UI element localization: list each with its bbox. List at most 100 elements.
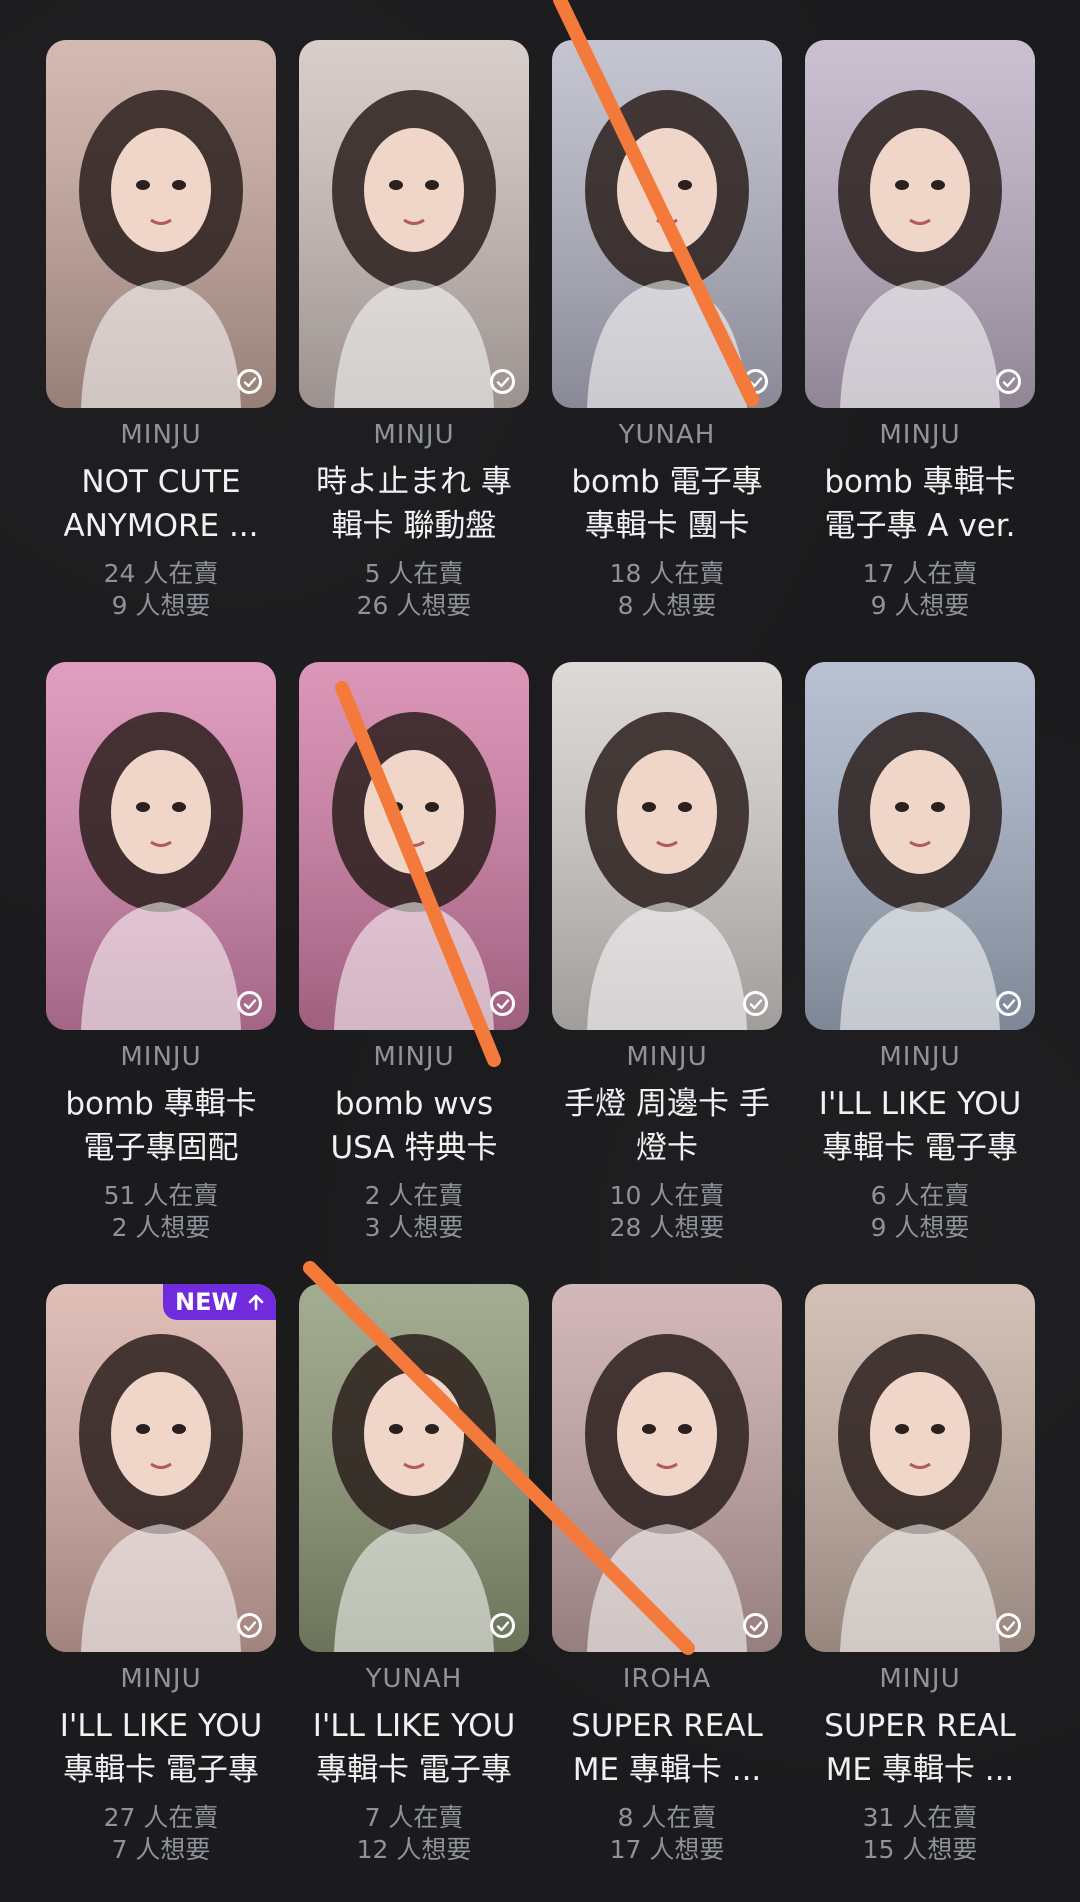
wanters-count: 9 人想要 xyxy=(870,1213,970,1242)
sellers-count: 2 人在賣 xyxy=(364,1181,464,1210)
portrait-image xyxy=(299,662,529,1030)
sellers-count: 27 人在賣 xyxy=(103,1803,219,1832)
photocard-image[interactable] xyxy=(552,40,782,408)
card-grid-page: MINJU NOT CUTE ANYMORE ... 24 人在賣 9 人想要 MINJ… xyxy=(0,0,1080,1902)
card-stats: 5 人在賣 26 人想要 xyxy=(299,558,529,622)
sellers-count: 31 人在賣 xyxy=(862,1803,978,1832)
card-stats: 17 人在賣 9 人想要 xyxy=(805,558,1035,622)
card-stats: 10 人在賣 28 人想要 xyxy=(552,1180,782,1244)
wanters-count: 7 人想要 xyxy=(111,1835,211,1864)
photocard-image[interactable] xyxy=(552,662,782,1030)
portrait-image xyxy=(552,40,782,408)
check-circle-icon[interactable] xyxy=(237,1613,262,1638)
card-title: I'LL LIKE YOU 專輯卡 電子專 xyxy=(818,1086,1022,1166)
portrait-image xyxy=(805,1284,1035,1652)
card-stats: 51 人在賣 2 人想要 xyxy=(46,1180,276,1244)
member-name: YUNAH xyxy=(618,420,716,450)
photocard-item[interactable]: YUNAH I'LL LIKE YOU 專輯卡 電子專 7 人在賣 12 人想要 xyxy=(299,1284,529,1902)
photocard-item[interactable]: MINJU bomb 專輯卡 電子專固配 51 人在賣 2 人想要 xyxy=(46,662,276,1284)
check-circle-icon[interactable] xyxy=(996,991,1021,1016)
check-circle-icon[interactable] xyxy=(237,991,262,1016)
photocard-image[interactable] xyxy=(46,662,276,1030)
sellers-count: 51 人在賣 xyxy=(103,1181,219,1210)
member-name: MINJU xyxy=(373,420,455,450)
card-title: I'LL LIKE YOU 專輯卡 電子專 xyxy=(312,1708,516,1788)
sellers-count: 17 人在賣 xyxy=(862,559,978,588)
photocard-image[interactable] xyxy=(46,40,276,408)
photocard-item[interactable]: MINJU 手燈 周邊卡 手 燈卡 10 人在賣 28 人想要 xyxy=(552,662,782,1284)
card-title: bomb 專輯卡 電子專 A ver. xyxy=(824,464,1016,544)
card-title: 時よ止まれ 專 輯卡 聯動盤 xyxy=(316,464,512,544)
card-stats: 2 人在賣 3 人想要 xyxy=(299,1180,529,1244)
sellers-count: 10 人在賣 xyxy=(609,1181,725,1210)
check-circle-icon[interactable] xyxy=(490,991,515,1016)
check-circle-icon[interactable] xyxy=(237,369,262,394)
portrait-image xyxy=(46,40,276,408)
portrait-image xyxy=(805,662,1035,1030)
photocard-image[interactable]: NEW xyxy=(46,1284,276,1652)
card-stats: 8 人在賣 17 人想要 xyxy=(552,1802,782,1866)
card-title: 手燈 周邊卡 手 燈卡 xyxy=(564,1086,770,1166)
member-name: IROHA xyxy=(622,1664,712,1694)
photocard-image[interactable] xyxy=(299,1284,529,1652)
wanters-count: 9 人想要 xyxy=(870,591,970,620)
check-circle-icon[interactable] xyxy=(743,991,768,1016)
sellers-count: 5 人在賣 xyxy=(364,559,464,588)
photocard-item[interactable]: MINJU bomb 專輯卡 電子專 A ver. 17 人在賣 9 人想要 xyxy=(805,40,1035,662)
check-circle-icon[interactable] xyxy=(743,369,768,394)
card-stats: 31 人在賣 15 人想要 xyxy=(805,1802,1035,1866)
member-name: MINJU xyxy=(120,1664,202,1694)
member-name: MINJU xyxy=(879,1664,961,1694)
sellers-count: 24 人在賣 xyxy=(103,559,219,588)
wanters-count: 3 人想要 xyxy=(364,1213,464,1242)
photocard-item[interactable]: MINJU 時よ止まれ 專 輯卡 聯動盤 5 人在賣 26 人想要 xyxy=(299,40,529,662)
portrait-image xyxy=(805,40,1035,408)
portrait-image xyxy=(46,662,276,1030)
card-title: SUPER REAL ME 專輯卡 ... xyxy=(824,1708,1016,1788)
member-name: MINJU xyxy=(120,420,202,450)
check-circle-icon[interactable] xyxy=(996,369,1021,394)
sellers-count: 6 人在賣 xyxy=(870,1181,970,1210)
photocard-image[interactable] xyxy=(552,1284,782,1652)
photocard-image[interactable] xyxy=(299,662,529,1030)
card-stats: 27 人在賣 7 人想要 xyxy=(46,1802,276,1866)
card-title: SUPER REAL ME 專輯卡 ... xyxy=(571,1708,763,1788)
wanters-count: 15 人想要 xyxy=(862,1835,978,1864)
portrait-image xyxy=(552,662,782,1030)
card-stats: 18 人在賣 8 人想要 xyxy=(552,558,782,622)
photocard-item[interactable]: YUNAH bomb 電子專 專輯卡 團卡 18 人在賣 8 人想要 xyxy=(552,40,782,662)
arrow-up-icon xyxy=(248,1294,264,1311)
card-title: bomb wvs USA 特典卡 xyxy=(330,1086,498,1166)
wanters-count: 8 人想要 xyxy=(617,591,717,620)
wanters-count: 26 人想要 xyxy=(356,591,472,620)
sellers-count: 7 人在賣 xyxy=(364,1803,464,1832)
photocard-image[interactable] xyxy=(299,40,529,408)
check-circle-icon[interactable] xyxy=(996,1613,1021,1638)
card-stats: 7 人在賣 12 人想要 xyxy=(299,1802,529,1866)
wanters-count: 2 人想要 xyxy=(111,1213,211,1242)
wanters-count: 28 人想要 xyxy=(609,1213,725,1242)
member-name: MINJU xyxy=(879,1042,961,1072)
card-title: I'LL LIKE YOU 專輯卡 電子專 xyxy=(59,1708,263,1788)
check-circle-icon[interactable] xyxy=(490,1613,515,1638)
check-circle-icon[interactable] xyxy=(743,1613,768,1638)
photocard-item[interactable]: MINJU SUPER REAL ME 專輯卡 ... 31 人在賣 15 人想要 xyxy=(805,1284,1035,1902)
wanters-count: 9 人想要 xyxy=(111,591,211,620)
member-name: YUNAH xyxy=(365,1664,463,1694)
photocard-item[interactable]: IROHA SUPER REAL ME 專輯卡 ... 8 人在賣 17 人想要 xyxy=(552,1284,782,1902)
photocard-item[interactable]: MINJU NOT CUTE ANYMORE ... 24 人在賣 9 人想要 xyxy=(46,40,276,662)
new-badge-label: NEW xyxy=(175,1288,238,1316)
photocard-image[interactable] xyxy=(805,40,1035,408)
portrait-image xyxy=(299,40,529,408)
photocard-item[interactable]: MINJU I'LL LIKE YOU 專輯卡 電子專 6 人在賣 9 人想要 xyxy=(805,662,1035,1284)
card-title: bomb 電子專 專輯卡 團卡 xyxy=(571,464,763,544)
portrait-image xyxy=(46,1284,276,1652)
portrait-image xyxy=(299,1284,529,1652)
sellers-count: 18 人在賣 xyxy=(609,559,725,588)
photocard-image[interactable] xyxy=(805,1284,1035,1652)
photocard-image[interactable] xyxy=(805,662,1035,1030)
check-circle-icon[interactable] xyxy=(490,369,515,394)
wanters-count: 17 人想要 xyxy=(609,1835,725,1864)
photocard-item[interactable]: NEW MINJU I'LL LIKE YOU 專輯卡 電子專 27 人在賣 7 人想要 xyxy=(46,1284,276,1902)
photocard-item[interactable]: MINJU bomb wvs USA 特典卡 2 人在賣 3 人想要 xyxy=(299,662,529,1284)
